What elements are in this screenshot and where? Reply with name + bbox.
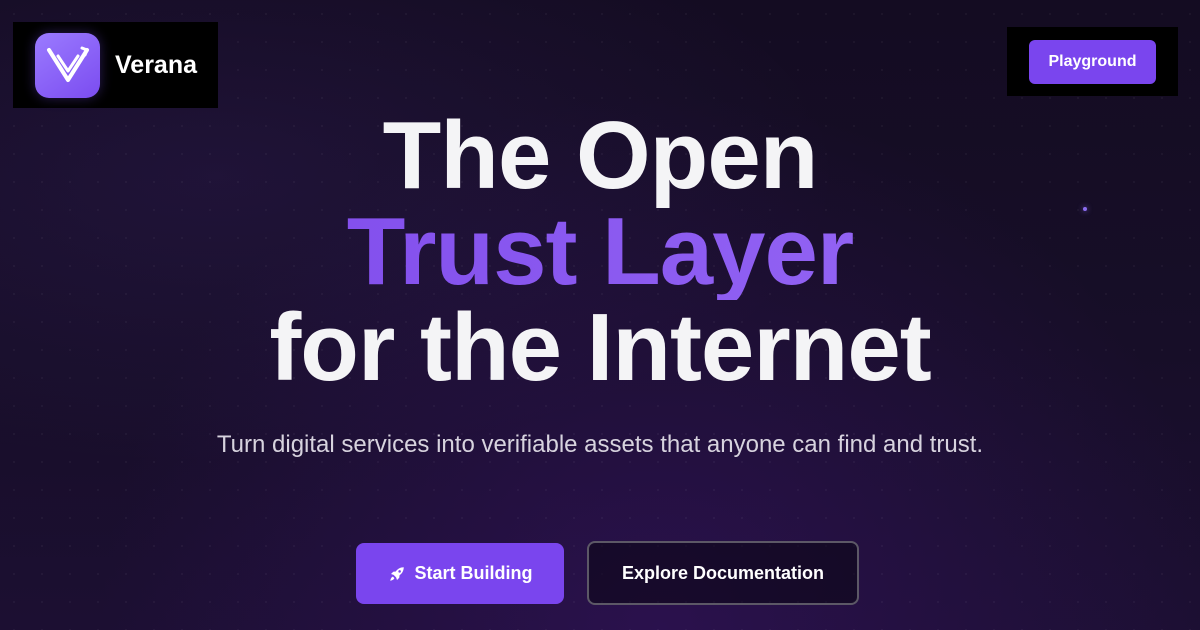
playground-button[interactable]: Playground <box>1029 39 1156 84</box>
hero-headline: The Open Trust Layer for the Internet <box>0 108 1200 396</box>
start-building-label: Start Building <box>414 563 533 583</box>
hero-section: The Open Trust Layer for the Internet <box>0 108 1200 396</box>
start-building-button[interactable]: Start Building <box>356 543 564 604</box>
rocket-icon <box>388 565 406 583</box>
headline-line-2-accent: Trust Layer <box>0 204 1200 300</box>
explore-documentation-button[interactable]: Explore Documentation <box>587 541 859 605</box>
verana-logo-icon <box>35 32 100 98</box>
brand-header[interactable]: Verana <box>13 22 218 108</box>
nav-actions: Playground <box>1007 27 1178 96</box>
hero-subtitle: Turn digital services into verifiable as… <box>216 431 984 458</box>
headline-line-1: The Open <box>382 102 819 209</box>
headline-line-3: for the Internet <box>269 294 931 401</box>
brand-name: Verana <box>115 50 198 79</box>
